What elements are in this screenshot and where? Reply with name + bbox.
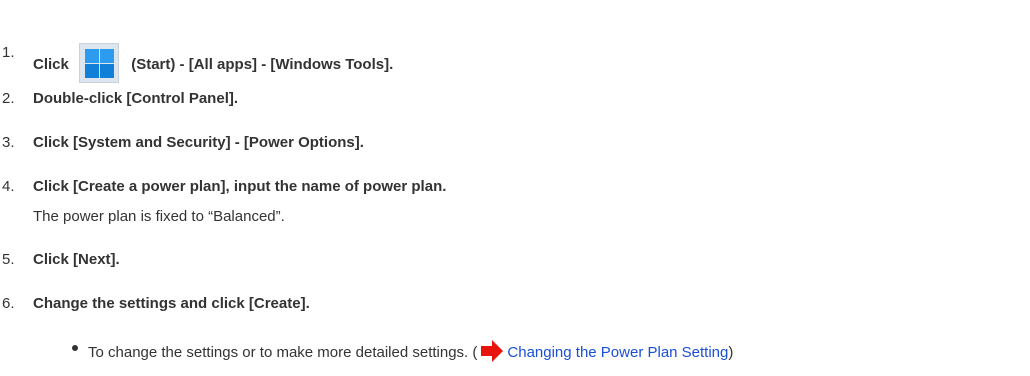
step-number: 2. bbox=[2, 90, 15, 107]
windows-start-icon bbox=[79, 43, 120, 83]
step-text: Click [System and Security] - [Power Opt… bbox=[33, 134, 364, 151]
bullet-text-before: To change the settings or to make more d… bbox=[88, 344, 478, 361]
bullet-text-after: ) bbox=[728, 344, 734, 361]
step-number: 1. bbox=[2, 44, 15, 61]
related-link-bullet: To change the settings or to make more d… bbox=[72, 339, 733, 369]
step-text: Double-click [Control Panel]. bbox=[33, 90, 239, 107]
step-4-note: The power plan is fixed to “Balanced”. bbox=[33, 208, 285, 225]
step-text: Click [Create a power plan], input the n… bbox=[33, 178, 447, 195]
step-number: 6. bbox=[2, 295, 15, 312]
changing-power-plan-setting-link[interactable]: Changing the Power Plan Setting bbox=[507, 344, 728, 361]
step-text-after-icon: (Start) - [All apps] - [Windows Tools]. bbox=[131, 56, 394, 73]
step-text-before-icon: Click bbox=[33, 56, 69, 73]
red-arrow-icon bbox=[479, 339, 505, 369]
step-text: Change the settings and click [Create]. bbox=[33, 295, 310, 312]
step-text: Click (Start) - [All apps] - [Windows To… bbox=[33, 43, 393, 83]
bullet-icon bbox=[72, 345, 78, 351]
step-number: 5. bbox=[2, 251, 15, 268]
step-text: Click [Next]. bbox=[33, 251, 120, 268]
step-number: 3. bbox=[2, 134, 15, 151]
step-number: 4. bbox=[2, 178, 15, 195]
